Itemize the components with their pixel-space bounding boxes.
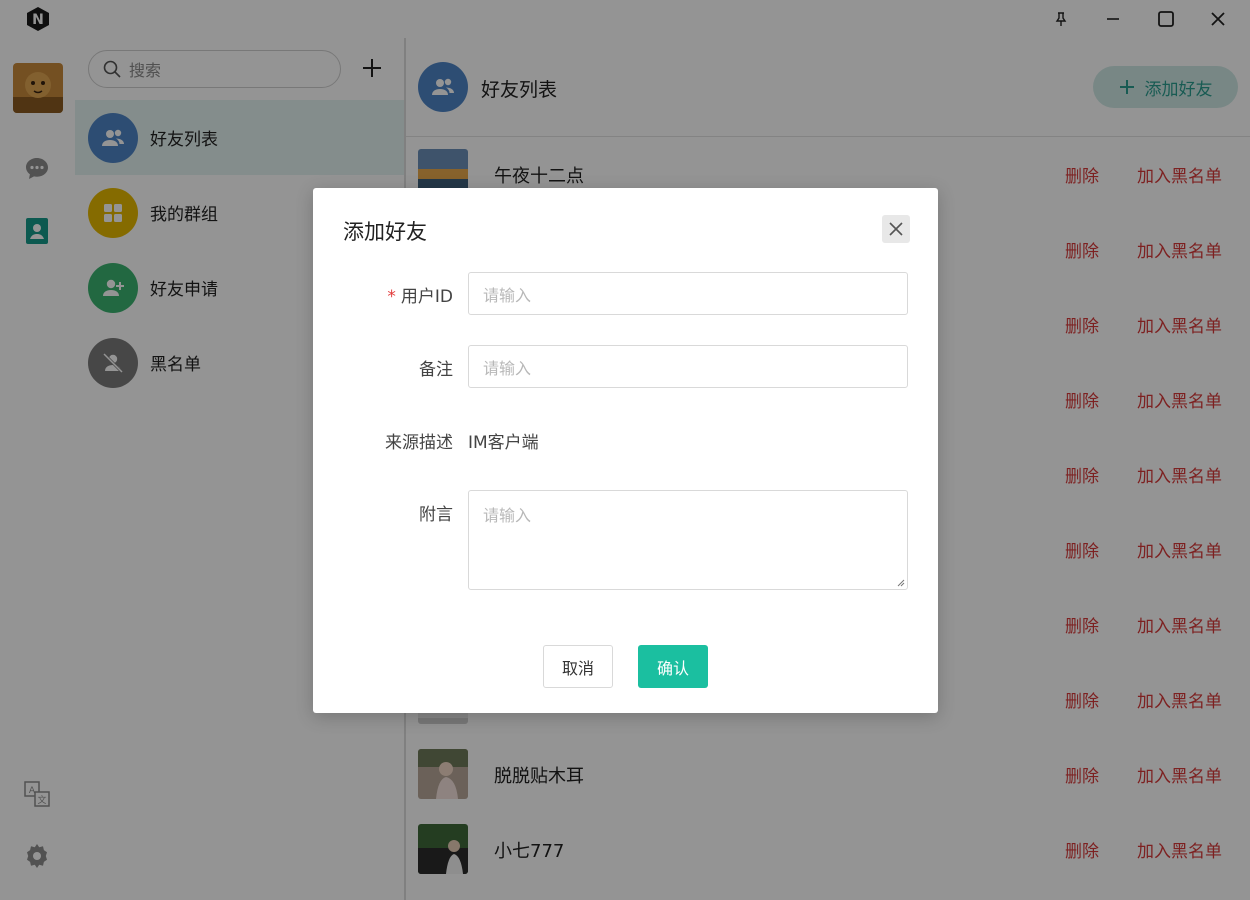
dialog-title: 添加好友	[343, 220, 427, 244]
resize-handle-icon[interactable]	[895, 577, 905, 587]
user-id-input[interactable]: 请输入	[468, 272, 908, 315]
message-placeholder: 请输入	[483, 506, 532, 525]
dialog-close-button[interactable]	[882, 215, 910, 243]
remark-input[interactable]: 请输入	[468, 345, 908, 388]
source-label: 来源描述	[385, 433, 453, 453]
close-icon	[889, 222, 903, 236]
user-id-label: * 用户ID	[387, 287, 453, 307]
add-friend-dialog: 添加好友 * 用户ID 请输入 备注 请输入 来源描述 IM客户端 附言 请输入 …	[313, 188, 938, 713]
confirm-button[interactable]: 确认	[638, 645, 708, 688]
source-value: IM客户端	[468, 433, 539, 453]
required-marker: *	[387, 287, 396, 307]
cancel-button[interactable]: 取消	[543, 645, 613, 688]
message-textarea[interactable]: 请输入	[468, 490, 908, 590]
message-label: 附言	[419, 505, 453, 525]
remark-label: 备注	[419, 360, 453, 380]
